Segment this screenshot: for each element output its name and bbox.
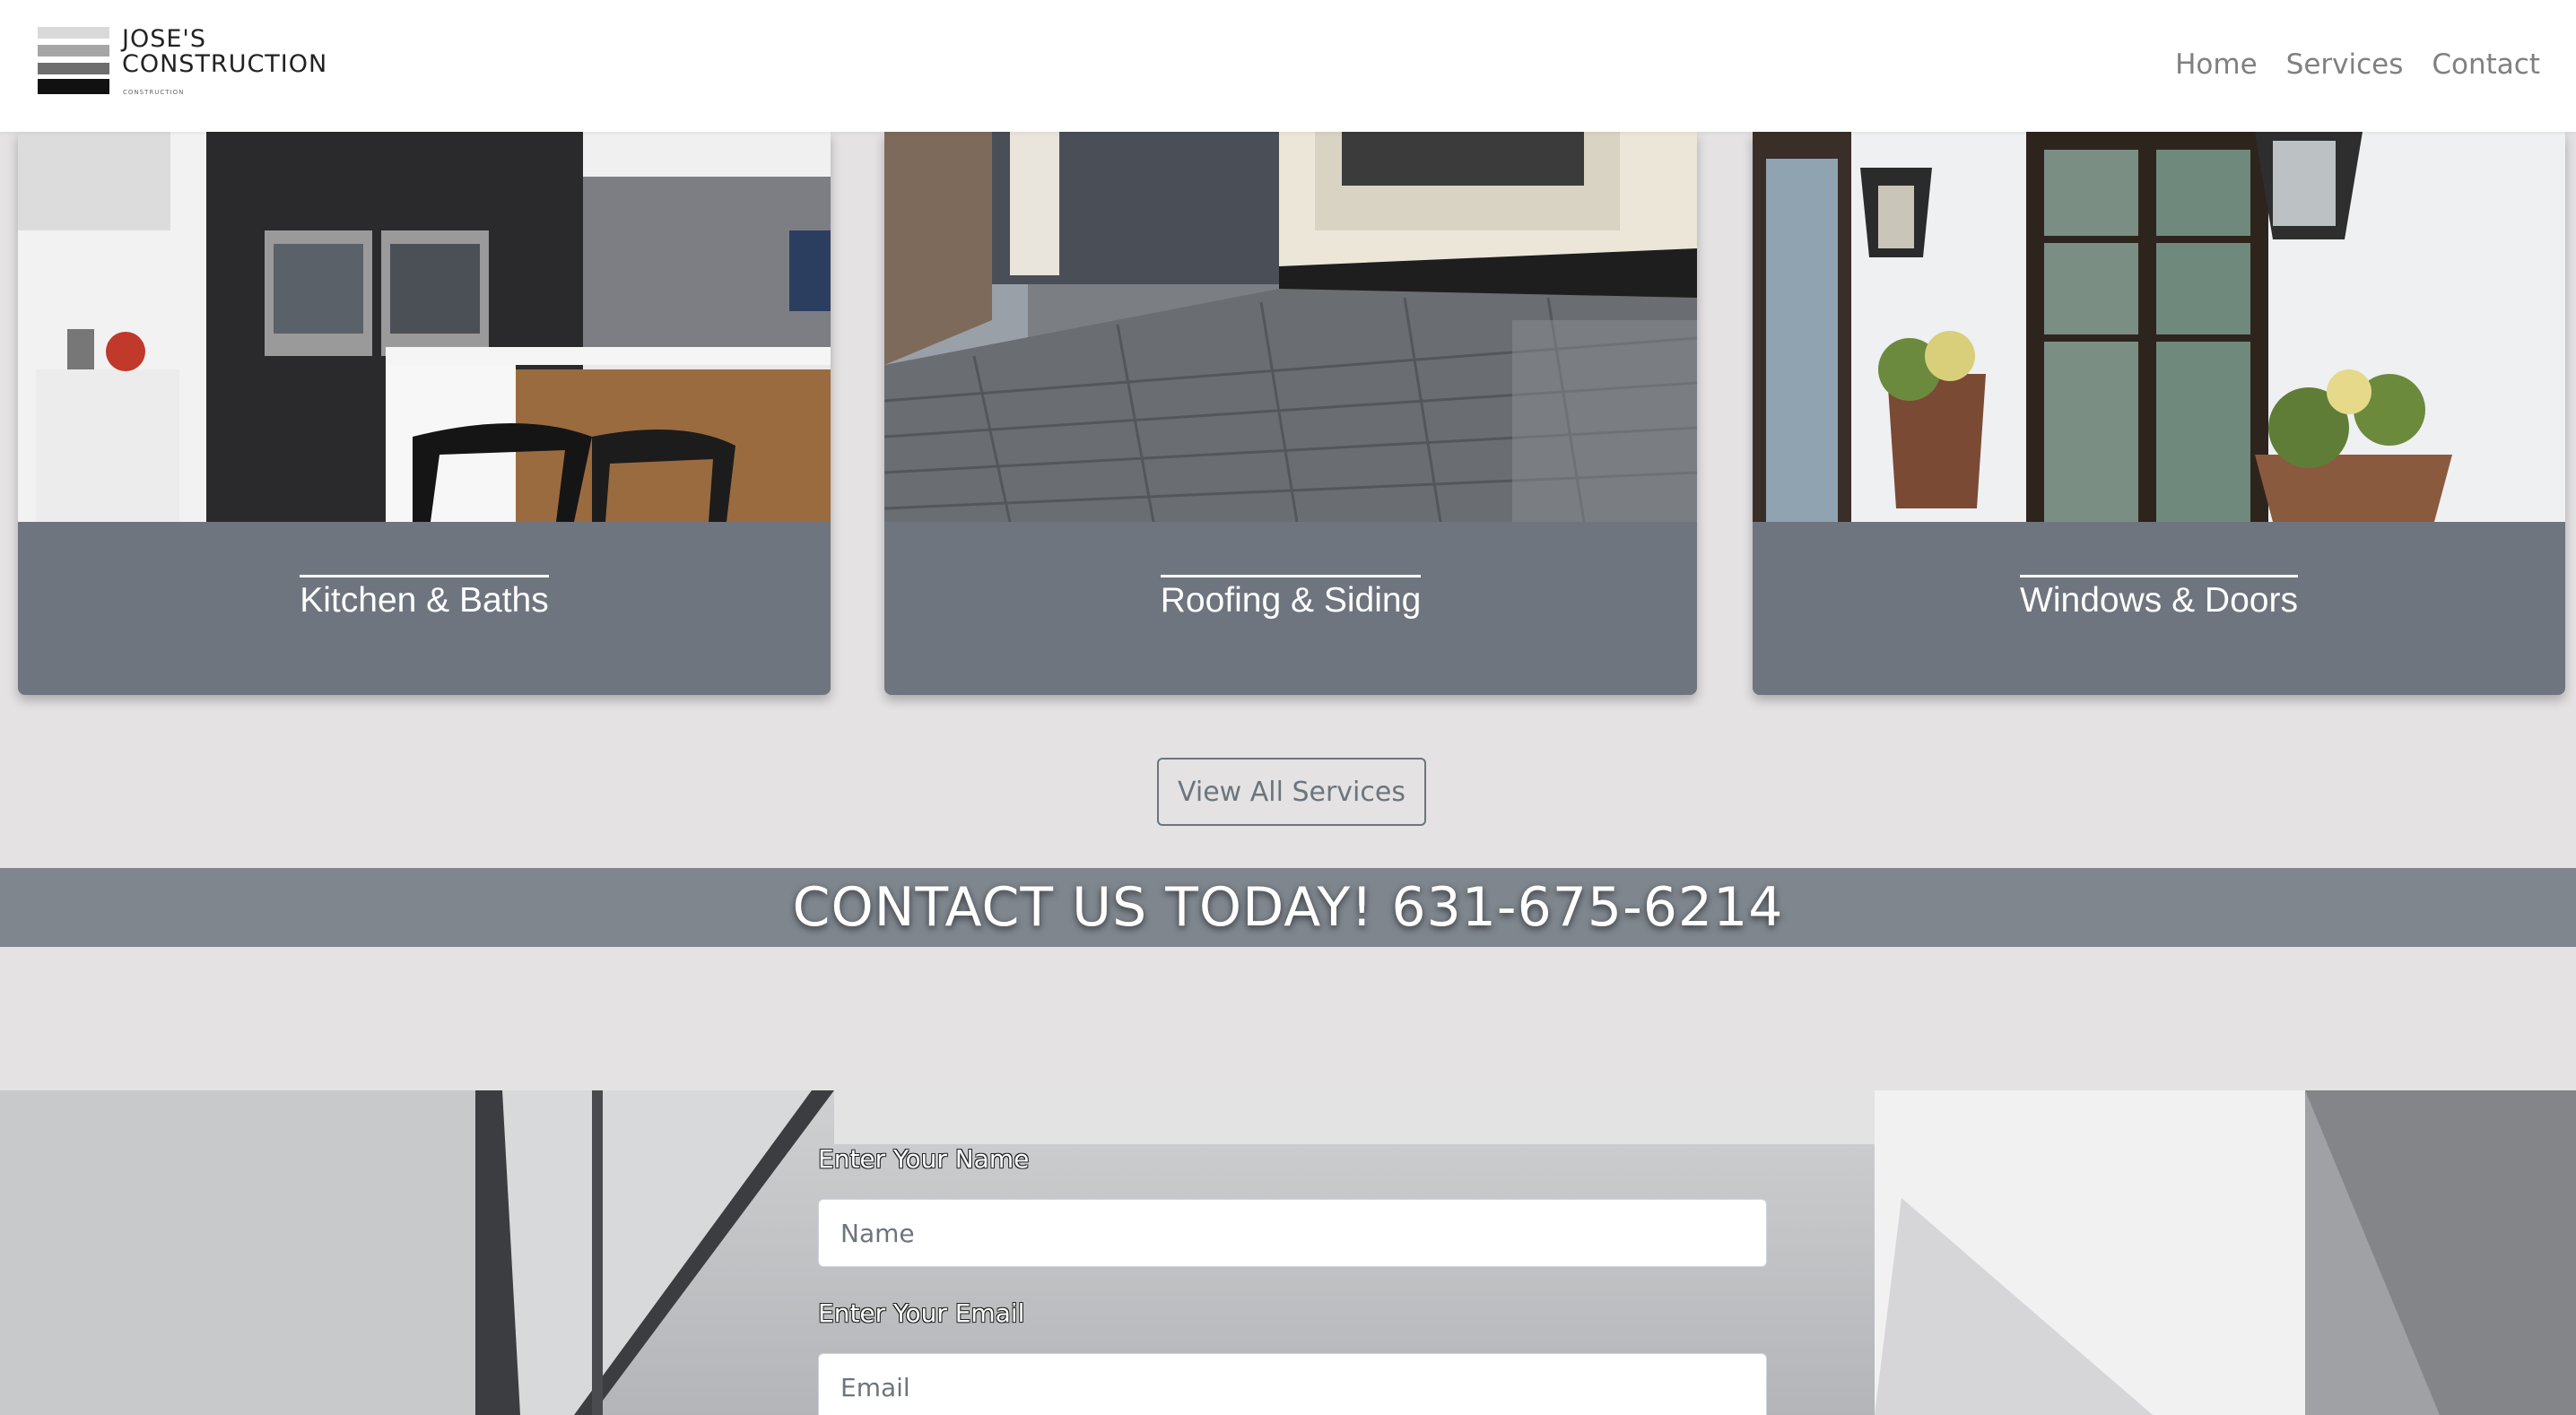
name-input[interactable] [818, 1199, 1767, 1267]
nav-link-home[interactable]: Home [2175, 48, 2258, 81]
card-title: Kitchen & Baths [18, 575, 831, 621]
card-title: Windows & Doors [1753, 575, 2565, 621]
email-input[interactable] [818, 1353, 1767, 1415]
brand-name-line1: JOSE'S [122, 25, 206, 53]
brand-logo[interactable]: JOSE'S CONSTRUCTION CONSTRUCTION [38, 27, 327, 99]
kitchen-photo [18, 132, 831, 522]
nav-link-contact[interactable]: Contact [2432, 48, 2540, 81]
nav-link-services[interactable]: Services [2286, 48, 2404, 81]
card-title-text: Kitchen & Baths [300, 575, 549, 621]
contact-phone-text[interactable]: CONTACT US TODAY! 631-675-6214 [793, 876, 1784, 939]
contact-form-section: Enter Your Name Enter Your Email [0, 1090, 2576, 1415]
navbar: JOSE'S CONSTRUCTION CONSTRUCTION Home Se… [0, 0, 2576, 132]
email-label: Enter Your Email [818, 1298, 1025, 1328]
service-card-windows[interactable]: Windows & Doors [1753, 132, 2565, 695]
nav-menu: Home Services Contact [2175, 48, 2540, 81]
roof-photo [884, 132, 1697, 522]
service-card-roofing[interactable]: Roofing & Siding [884, 132, 1697, 695]
brand-name-line2: CONSTRUCTION [122, 50, 328, 78]
brand-name: JOSE'S CONSTRUCTION [122, 27, 327, 77]
card-title-text: Roofing & Siding [1160, 575, 1422, 621]
name-label: Enter Your Name [818, 1144, 1030, 1174]
card-title: Roofing & Siding [884, 575, 1697, 621]
contact-banner: CONTACT US TODAY! 631-675-6214 [0, 868, 2576, 947]
view-all-services-button[interactable]: View All Services [1157, 758, 1426, 826]
service-card-kitchen[interactable]: Kitchen & Baths [18, 132, 831, 695]
card-title-text: Windows & Doors [2020, 575, 2298, 621]
brand-tagline: CONSTRUCTION [123, 89, 185, 96]
door-photo [1753, 132, 2565, 522]
logo-bars-icon [38, 27, 109, 94]
